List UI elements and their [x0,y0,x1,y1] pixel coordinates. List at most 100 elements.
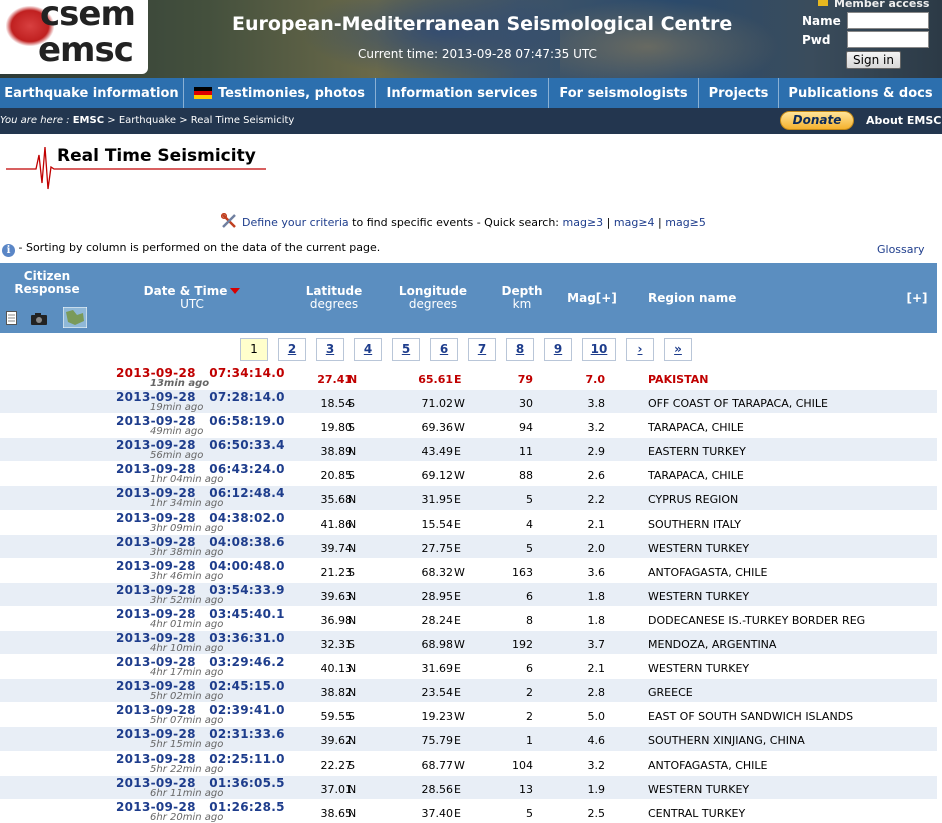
event-ago: 4hr 01min ago [150,618,224,630]
event-lon-hemisphere: W [454,469,465,483]
table-row[interactable]: 2013-09-28 06:43:24.0 1hr 04min ago 20.8… [0,461,937,485]
event-region: TARAPACA, CHILE [648,421,744,435]
event-lon-hemisphere: E [454,782,461,796]
event-region: PAKISTAN [648,373,709,386]
event-latitude: 27.41 [317,373,352,386]
page-10[interactable]: 10 [582,338,616,361]
event-lat-hemisphere: N [348,782,357,796]
table-row[interactable]: 2013-09-28 06:58:19.0 49min ago 19.80 S … [0,413,937,437]
table-row[interactable]: 2013-09-28 02:25:11.0 5hr 22min ago 22.2… [0,750,937,775]
event-longitude: 68.32 [421,565,454,579]
table-row[interactable]: 2013-09-28 07:34:14.0 13min ago 27.41 N … [0,365,937,389]
page-2[interactable]: 2 [278,338,306,361]
page-9[interactable]: 9 [544,338,572,361]
event-lat-hemisphere: N [348,662,357,676]
event-region: WESTERN TURKEY [648,782,750,796]
event-lat-hemisphere: N [348,734,357,748]
nav-projects[interactable]: Projects [699,78,779,108]
header-depth[interactable]: Depth km [494,285,550,311]
event-lat-hemisphere: N [348,445,357,459]
event-region: WESTERN TURKEY [648,589,750,603]
nav-for-seismologists[interactable]: For seismologists [549,78,699,108]
quick-search-mag5[interactable]: mag≥5 [665,216,706,229]
table-row[interactable]: 2013-09-28 02:39:41.0 5hr 07min ago 59.5… [0,702,937,726]
event-ago: 5hr 02min ago [150,691,224,703]
header-longitude[interactable]: Longitude degrees [390,285,476,311]
nav-testimonies-photos[interactable]: Testimonies, photos [184,78,376,108]
name-input[interactable] [847,12,929,29]
event-depth: 192 [512,638,533,652]
breadcrumb-emsc[interactable]: EMSC [73,115,104,126]
quick-search-mag3[interactable]: mag≥3 [563,216,604,229]
table-row[interactable]: 2013-09-28 02:31:33.6 5hr 15min ago 39.6… [0,726,937,751]
table-row[interactable]: 2013-09-28 07:28:14.0 19min ago 18.54 S … [0,389,937,414]
header-citizen-response: Citizen Response [14,269,80,296]
header-region[interactable]: Region name [648,292,748,305]
sign-in-button[interactable]: Sign in [846,51,901,69]
table-row[interactable]: 2013-09-28 03:36:31.0 4hr 10min ago 32.3… [0,630,937,655]
define-criteria-link[interactable]: Define your criteria [242,216,349,229]
quick-search-mag4[interactable]: mag≥4 [614,216,655,229]
breadcrumb-earthquake[interactable]: Earthquake [119,115,176,126]
event-lon-hemisphere: W [454,638,465,652]
about-emsc-link[interactable]: About EMSC [866,114,941,127]
nav-publications-docs[interactable]: Publications & docs [779,78,942,108]
glossary-link[interactable]: Glossary [877,243,925,256]
donate-button[interactable]: Donate [780,111,854,130]
event-lon-hemisphere: E [454,493,461,507]
nav-earthquake-information[interactable]: Earthquake information [0,78,184,108]
event-magnitude: 2.1 [587,517,606,531]
page-4[interactable]: 4 [354,338,382,361]
password-input[interactable] [847,31,929,48]
event-depth: 163 [512,565,533,579]
event-lon-hemisphere: E [454,613,461,627]
event-longitude: 69.36 [421,421,454,435]
event-magnitude: 2.2 [587,493,606,507]
table-row[interactable]: 2013-09-28 01:26:28.5 6hr 20min ago 38.6… [0,798,937,823]
event-lat-hemisphere: S [348,758,355,772]
table-row[interactable]: 2013-09-28 01:36:05.5 6hr 11min ago 37.0… [0,774,937,799]
page-7[interactable]: 7 [468,338,496,361]
event-lon-hemisphere: E [454,373,462,386]
event-longitude: 28.56 [421,782,454,796]
event-lat-hemisphere: S [348,710,355,724]
page-6[interactable]: 6 [430,338,458,361]
table-row[interactable]: 2013-09-28 03:45:40.1 4hr 01min ago 36.9… [0,605,937,630]
table-row[interactable]: 2013-09-28 03:54:33.9 3hr 52min ago 39.6… [0,581,937,606]
event-ago: 4hr 10min ago [150,643,224,655]
header-magnitude[interactable]: Mag[+] [560,292,624,305]
table-row[interactable]: 2013-09-28 06:50:33.4 56min ago 38.89 N … [0,437,937,462]
event-ago: 3hr 38min ago [150,546,224,558]
event-depth: 8 [526,613,533,627]
current-time: Current time: 2013-09-28 07:47:35 UTC [358,47,597,61]
last-page-button[interactable]: » [664,338,692,361]
event-lat-hemisphere: N [348,541,357,555]
event-lat-hemisphere: N [348,517,357,531]
event-longitude: 69.12 [421,469,454,483]
event-ago: 3hr 09min ago [150,522,224,534]
table-row[interactable]: 2013-09-28 04:00:48.0 3hr 46min ago 21.2… [0,557,937,582]
next-page-button[interactable]: › [626,338,654,361]
page-5[interactable]: 5 [392,338,420,361]
table-row[interactable]: 2013-09-28 06:12:48.4 1hr 34min ago 35.6… [0,485,937,510]
header-date-time[interactable]: Date & Time UTC [130,285,254,311]
event-longitude: 31.95 [421,493,454,507]
table-row[interactable]: 2013-09-28 04:08:38.6 3hr 38min ago 39.7… [0,533,937,558]
event-depth: 5 [526,541,533,555]
expand-columns-button[interactable]: [+] [902,292,932,305]
logo-text-emsc: emsc [38,30,134,70]
table-row[interactable]: 2013-09-28 04:38:02.0 3hr 09min ago 41.8… [0,509,937,534]
name-label: Name [802,14,841,28]
event-lat-hemisphere: S [348,565,355,579]
page-1[interactable]: 1 [240,338,268,361]
event-longitude: 43.49 [421,445,454,459]
page-3[interactable]: 3 [316,338,344,361]
emsc-logo[interactable]: csem emsc [0,0,148,74]
table-row[interactable]: 2013-09-28 03:29:46.2 4hr 17min ago 40.1… [0,654,937,678]
page-8[interactable]: 8 [506,338,534,361]
event-longitude: 19.23 [421,710,454,724]
event-magnitude: 3.8 [587,397,606,411]
nav-information-services[interactable]: Information services [376,78,549,108]
header-latitude[interactable]: Latitude degrees [290,285,378,311]
table-row[interactable]: 2013-09-28 02:45:15.0 5hr 02min ago 38.8… [0,678,937,703]
